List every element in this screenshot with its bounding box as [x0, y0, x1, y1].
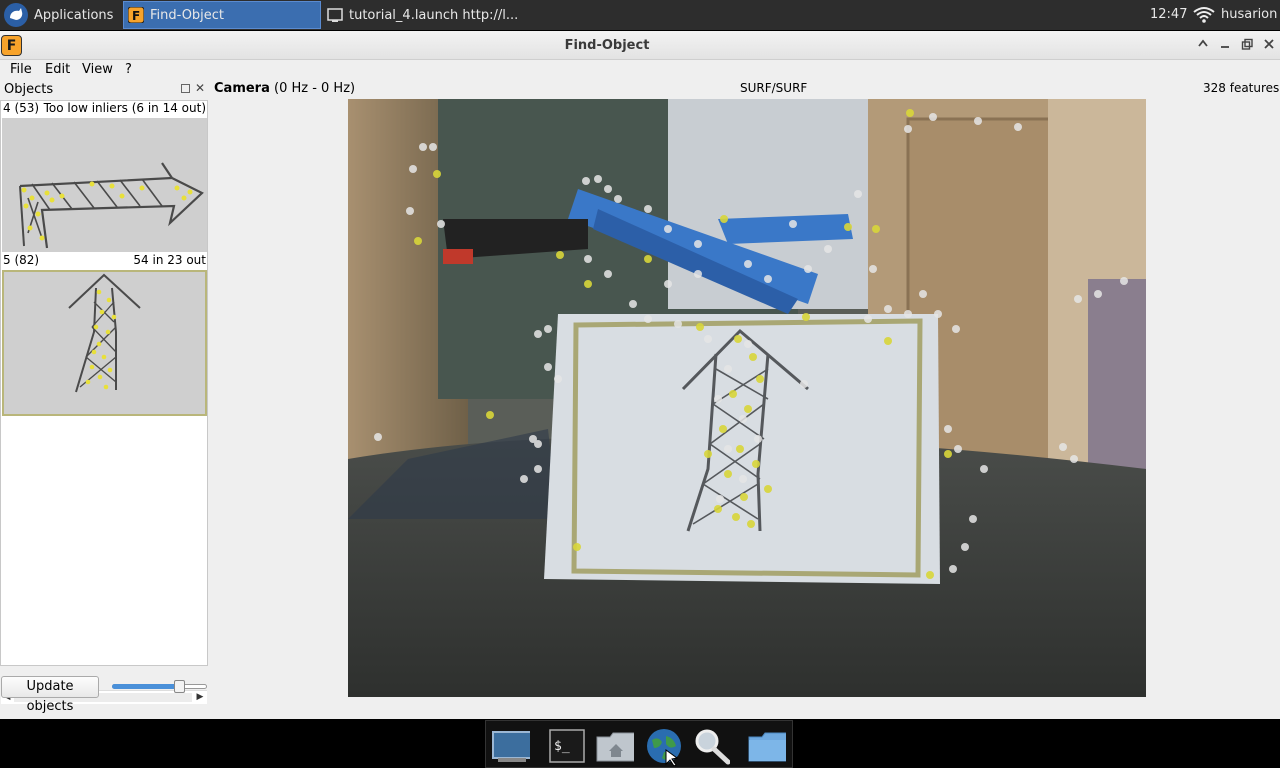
maximize-window-icon[interactable]: [1240, 38, 1254, 52]
object-status: Too low inliers (6 in 14 out): [43, 101, 206, 115]
scroll-right-icon[interactable]: ▶: [194, 691, 206, 704]
window-titlebar[interactable]: F Find-Object: [0, 31, 1280, 60]
menu-bar: File Edit View ?: [0, 60, 1280, 80]
slider-fill: [112, 684, 179, 689]
camera-header: Camera (0 Hz - 0 Hz): [214, 81, 355, 96]
update-objects-button[interactable]: Update objects: [1, 676, 99, 714]
object-id: 4 (53): [3, 101, 40, 115]
find-object-app-icon: F: [128, 7, 144, 23]
menu-edit[interactable]: Edit: [45, 62, 70, 77]
wifi-icon[interactable]: [1193, 6, 1215, 28]
object-image-arrow-right[interactable]: [2, 118, 207, 252]
close-panel-icon[interactable]: ✕: [195, 81, 205, 95]
web-browser-icon[interactable]: [644, 727, 682, 766]
home-folder-icon[interactable]: [596, 727, 634, 765]
object-status: 54 in 23 out: [133, 253, 206, 267]
slider-handle[interactable]: [173, 680, 185, 693]
shade-window-icon[interactable]: [1196, 38, 1210, 52]
terminal-prompt-text: $_: [554, 739, 570, 754]
camera-rate: (0 Hz - 0 Hz): [274, 81, 356, 96]
taskbar-item-find-object[interactable]: F Find-Object: [123, 1, 321, 29]
object-id: 5 (82): [3, 253, 40, 267]
object-image-arrow-up[interactable]: [2, 270, 207, 416]
xfce-logo-icon: [4, 3, 28, 27]
taskbar-item-tutorial[interactable]: tutorial_4.launch http://l...: [323, 1, 523, 29]
float-panel-icon[interactable]: [181, 84, 190, 93]
search-icon[interactable]: [692, 727, 730, 765]
camera-title: Camera: [214, 81, 270, 96]
applications-label: Applications: [34, 7, 114, 23]
camera-view[interactable]: [348, 99, 1146, 697]
menu-file[interactable]: File: [10, 62, 32, 77]
terminal-icon[interactable]: $_: [548, 727, 586, 765]
menu-help[interactable]: ?: [125, 62, 132, 77]
taskbar-item-label: Find-Object: [150, 7, 225, 23]
folder-icon[interactable]: [748, 727, 786, 765]
threshold-slider[interactable]: [112, 680, 207, 693]
object-header: 4 (53) Too low inliers (6 in 14 out): [2, 101, 207, 117]
window-title: Find-Object: [564, 38, 650, 53]
top-panel: Applications F Find-Object tutorial_4.la…: [0, 0, 1280, 30]
find-object-window: F Find-Object File Edit View ? Objects ✕…: [0, 31, 1280, 719]
objects-panel-title: Objects: [4, 82, 54, 97]
monitor-icon[interactable]: [492, 727, 530, 765]
applications-menu-button[interactable]: Applications: [0, 1, 120, 29]
close-window-icon[interactable]: [1262, 38, 1276, 52]
taskbar-item-label: tutorial_4.launch http://l...: [349, 7, 519, 23]
clock[interactable]: 12:47: [1150, 7, 1187, 22]
object-header: 5 (82) 54 in 23 out: [2, 253, 207, 269]
objects-panel: Objects ✕ 4 (53) Too low inliers (6 in 1…: [0, 80, 208, 704]
menu-view[interactable]: View: [82, 62, 113, 77]
user-menu[interactable]: husarion: [1221, 7, 1277, 22]
minimize-window-icon[interactable]: [1218, 38, 1232, 52]
svg-text:F: F: [132, 9, 140, 23]
detector-descriptor: SURF/SURF: [740, 81, 808, 95]
dock: $_: [485, 720, 793, 768]
feature-count: 328 features: [1203, 81, 1280, 95]
objects-list[interactable]: 4 (53) Too low inliers (6 in 14 out) 5 (…: [0, 100, 208, 666]
terminal-window-icon: [327, 7, 343, 23]
